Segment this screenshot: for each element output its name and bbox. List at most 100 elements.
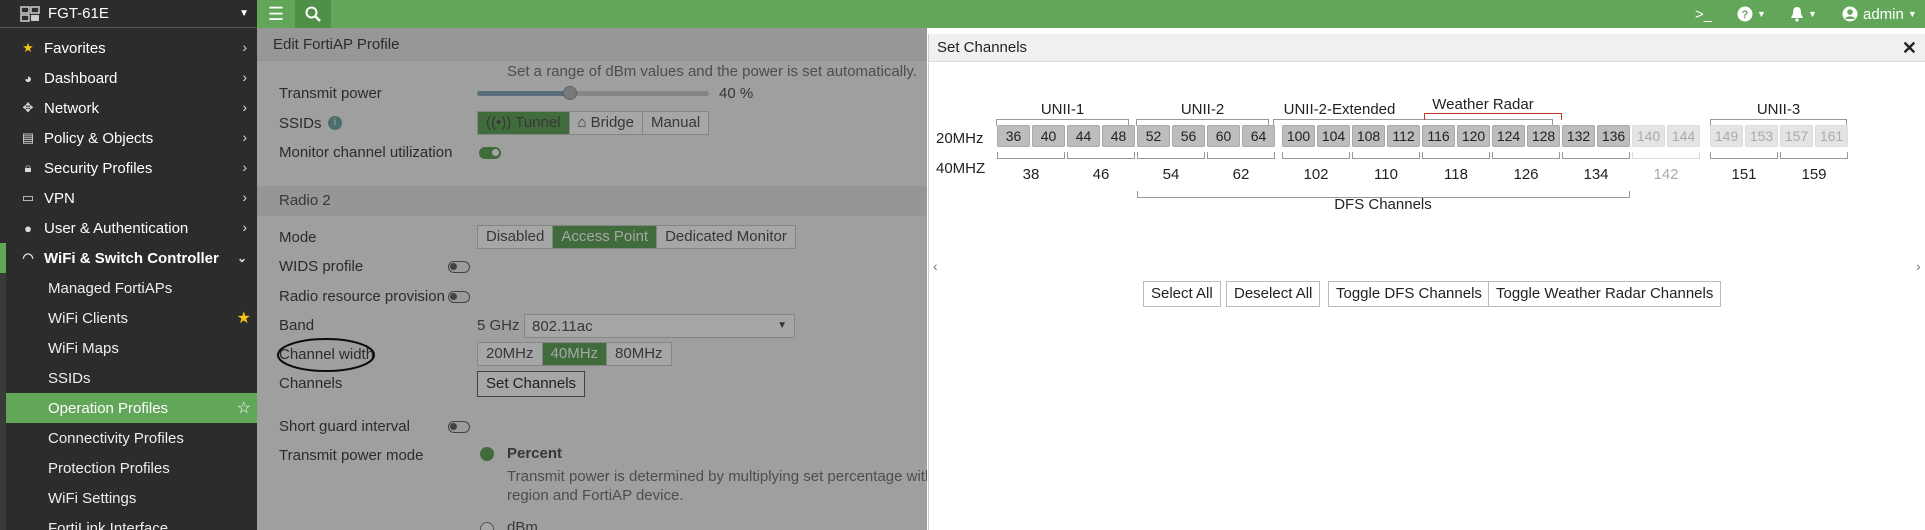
channel-108-button[interactable]: 108 [1352, 125, 1385, 147]
channel-124-button[interactable]: 124 [1492, 125, 1525, 147]
channel-104-button[interactable]: 104 [1317, 125, 1350, 147]
channel40-134[interactable]: 134 [1576, 166, 1616, 183]
bracket-40mhz-110 [1352, 152, 1420, 159]
deselect-all-button[interactable]: Deselect All [1226, 281, 1321, 307]
sidebar-item-label: FortiLink Interface [48, 519, 169, 530]
modal-backdrop[interactable] [257, 28, 927, 530]
sidebar-subitem-wifi-clients[interactable]: WiFi Clients ★ [0, 303, 257, 333]
help-icon[interactable]: ? ▼ [1737, 0, 1766, 28]
sidebar-subitem-fortilink-interface[interactable]: FortiLink Interface [0, 513, 257, 530]
cli-console-icon[interactable]: >_ [1695, 0, 1712, 28]
chevron-right-icon: › [242, 39, 247, 55]
bracket-40mhz-126 [1492, 152, 1560, 159]
bracket-40mhz-118 [1422, 152, 1490, 159]
sidebar-item-wifi-switch[interactable]: ◠ WiFi & Switch Controller ⌄ [0, 243, 257, 273]
toggle-weather-radar-button[interactable]: Toggle Weather Radar Channels [1488, 281, 1722, 307]
user-menu[interactable]: admin ▼ [1842, 0, 1917, 28]
channel-64-button[interactable]: 64 [1242, 125, 1275, 147]
channel-116-button[interactable]: 116 [1422, 125, 1455, 147]
sidebar-subitem-protection-profiles[interactable]: Protection Profiles [0, 453, 257, 483]
sidebar-subitem-operation-profiles[interactable]: Operation Profiles ☆ [0, 393, 257, 423]
network-icon: ✥ [22, 100, 34, 115]
channel40-62[interactable]: 62 [1221, 166, 1261, 183]
favorite-star-icon[interactable]: ★ [237, 308, 251, 328]
channel-112-button[interactable]: 112 [1387, 125, 1420, 147]
channel-44-button[interactable]: 44 [1067, 125, 1100, 147]
channel-149-button[interactable]: 149 [1710, 125, 1743, 147]
device-selector[interactable]: FGT-61E ▼ [0, 0, 257, 28]
device-name: FGT-61E [48, 5, 109, 22]
sidebar-item-network[interactable]: ✥ Network › [0, 93, 257, 123]
sidebar-item-security[interactable]: 🔒︎ Security Profiles › [0, 153, 257, 183]
hamburger-menu-icon[interactable]: ☰ [257, 0, 295, 28]
sidebar-item-label: WiFi Maps [48, 339, 119, 357]
sidebar-subitem-wifi-maps[interactable]: WiFi Maps [0, 333, 257, 363]
group-label-unii3: UNII-3 [1756, 101, 1801, 118]
channel-153-button[interactable]: 153 [1745, 125, 1778, 147]
channel40-126[interactable]: 126 [1506, 166, 1546, 183]
favorite-star-outline-icon[interactable]: ☆ [237, 398, 251, 418]
channel-56-button[interactable]: 56 [1172, 125, 1205, 147]
channel40-102[interactable]: 102 [1296, 166, 1336, 183]
channel40-151[interactable]: 151 [1724, 166, 1764, 183]
sidebar-item-label: Connectivity Profiles [48, 429, 184, 447]
wifi-icon: ◠ [22, 250, 34, 265]
dashboard-icon: ◕ [24, 70, 32, 86]
channel-136-button[interactable]: 136 [1597, 125, 1630, 147]
lock-icon: 🔒︎ [24, 160, 32, 175]
search-icon[interactable] [295, 0, 331, 28]
sidebar-item-policy[interactable]: ▤ Policy & Objects › [0, 123, 257, 153]
channel40-159[interactable]: 159 [1794, 166, 1834, 183]
sidebar-item-dashboard[interactable]: ◕ Dashboard › [0, 63, 257, 93]
channel-144-button[interactable]: 144 [1667, 125, 1700, 147]
scroll-left-icon[interactable]: ‹ [933, 258, 938, 274]
sidebar-item-label: WiFi Clients [48, 309, 129, 327]
channel-52-button[interactable]: 52 [1137, 125, 1170, 147]
channel-36-button[interactable]: 36 [997, 125, 1030, 147]
channel-60-button[interactable]: 60 [1207, 125, 1240, 147]
channel40-110[interactable]: 110 [1366, 166, 1406, 183]
channel-161-button[interactable]: 161 [1815, 125, 1848, 147]
channel-120-button[interactable]: 120 [1457, 125, 1490, 147]
channel-157-button[interactable]: 157 [1780, 125, 1813, 147]
channel-40-button[interactable]: 40 [1032, 125, 1065, 147]
caret-down-icon[interactable]: ▼ [239, 8, 249, 19]
channel40-38[interactable]: 38 [1011, 166, 1051, 183]
sidebar-item-label: VPN [44, 189, 75, 207]
channel-128-button[interactable]: 128 [1527, 125, 1560, 147]
select-all-button[interactable]: Select All [1143, 281, 1221, 307]
bracket-40mhz-38 [997, 152, 1065, 159]
toggle-dfs-button[interactable]: Toggle DFS Channels [1328, 281, 1490, 307]
channel-140-button[interactable]: 140 [1632, 125, 1665, 147]
channel40-118[interactable]: 118 [1436, 166, 1476, 183]
chevron-right-icon: › [242, 159, 247, 175]
chevron-right-icon: › [242, 99, 247, 115]
sidebar-subitem-connectivity-profiles[interactable]: Connectivity Profiles [0, 423, 257, 453]
sidebar-subitem-ssids[interactable]: SSIDs [0, 363, 257, 393]
sidebar-subitem-wifi-settings[interactable]: WiFi Settings [0, 483, 257, 513]
close-icon[interactable]: ✕ [1902, 38, 1917, 59]
sidebar-item-label: WiFi & Switch Controller [44, 249, 219, 267]
channel-100-button[interactable]: 100 [1282, 125, 1315, 147]
group-label-weather-radar: Weather Radar [1432, 96, 1534, 113]
sidebar-item-vpn[interactable]: ▭ VPN › [0, 183, 257, 213]
channel40-142[interactable]: 142 [1646, 166, 1686, 183]
sidebar-item-label: SSIDs [48, 369, 91, 387]
chevron-right-icon: › [242, 129, 247, 145]
channel40-54[interactable]: 54 [1151, 166, 1191, 183]
row-label-40mhz: 40MHZ [936, 160, 986, 177]
bracket-40mhz-62 [1207, 152, 1275, 159]
sidebar-subitem-managed-fortiaps[interactable]: Managed FortiAPs [0, 273, 257, 303]
scroll-right-icon[interactable]: › [1916, 258, 1921, 274]
channel-48-button[interactable]: 48 [1102, 125, 1135, 147]
notifications-bell-icon[interactable]: ▼ [1790, 0, 1817, 28]
sidebar-item-label: Policy & Objects [44, 129, 154, 147]
sidebar-item-label: WiFi Settings [48, 489, 137, 507]
top-bar: ☰ >_ ? ▼ ▼ admin ▼ [257, 0, 1925, 28]
channel40-46[interactable]: 46 [1081, 166, 1121, 183]
user-icon: ● [24, 220, 32, 236]
row-label-20mhz: 20MHz [936, 130, 984, 147]
sidebar-item-favorites[interactable]: ★ Favorites › [0, 33, 257, 63]
sidebar-item-user-auth[interactable]: ● User & Authentication › [0, 213, 257, 243]
channel-132-button[interactable]: 132 [1562, 125, 1595, 147]
